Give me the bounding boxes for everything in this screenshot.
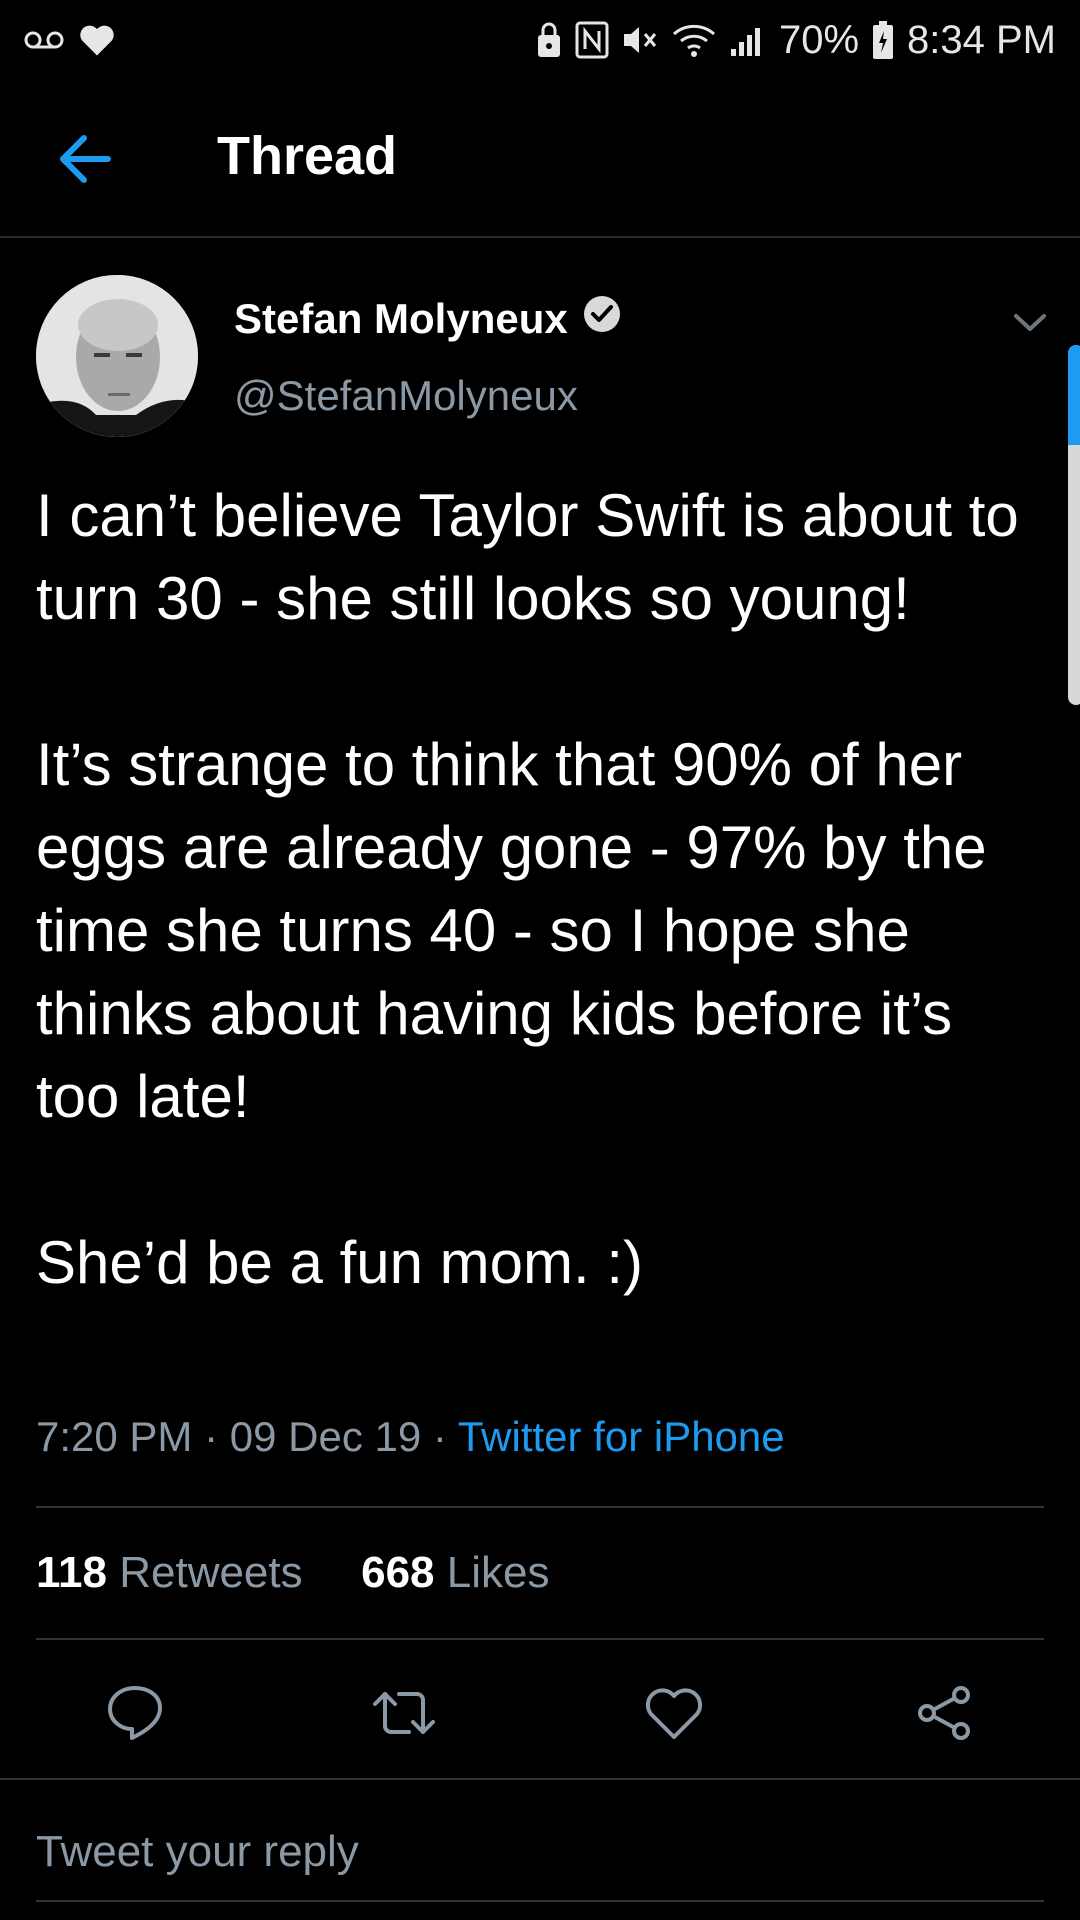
- retweets-stat[interactable]: 118 Retweets: [36, 1548, 303, 1597]
- reply-input[interactable]: [36, 1822, 1044, 1882]
- status-bar: 70% 8:34 PM: [0, 0, 1080, 80]
- scroll-indicator[interactable]: [1068, 345, 1080, 705]
- heart-icon: [78, 23, 116, 57]
- status-left: [24, 23, 116, 57]
- mute-icon: [621, 22, 659, 58]
- tweet-source-link[interactable]: Twitter for iPhone: [458, 1413, 785, 1460]
- like-button[interactable]: [631, 1670, 717, 1756]
- chevron-down-icon: [1014, 314, 1046, 331]
- author-name-text: Stefan Molyneux: [234, 295, 568, 342]
- share-button[interactable]: [901, 1670, 987, 1756]
- status-right: 70% 8:34 PM: [535, 18, 1056, 63]
- verified-badge-icon: [582, 294, 622, 344]
- retweets-count: 118: [36, 1548, 107, 1597]
- voicemail-icon: [24, 29, 64, 51]
- avatar[interactable]: [36, 275, 198, 437]
- thread-header: Thread: [0, 80, 1080, 238]
- tweet-stats: 118 Retweets 668 Likes: [36, 1548, 549, 1598]
- tweet-date: 09 Dec 19: [229, 1413, 422, 1460]
- tweet-paragraph: It’s strange to think that 90% of her eg…: [36, 731, 987, 1130]
- tweet-paragraph: I can’t believe Taylor Swift is about to…: [36, 482, 1019, 632]
- reply-icon: [108, 1686, 162, 1740]
- tweet-time: 7:20 PM: [36, 1413, 193, 1460]
- reply-button[interactable]: [92, 1670, 178, 1756]
- author-name[interactable]: Stefan Molyneux: [234, 294, 622, 344]
- action-bar: [0, 1670, 1080, 1756]
- wifi-icon: [671, 22, 717, 58]
- reply-underline: [36, 1900, 1044, 1902]
- nfc-icon: [575, 21, 609, 59]
- divider: [36, 1506, 1044, 1508]
- profile-photo-icon: [36, 275, 198, 437]
- share-icon: [918, 1686, 970, 1740]
- retweet-icon: [373, 1692, 435, 1734]
- meta-separator: ·: [432, 1413, 447, 1460]
- tweet-meta: 7:20 PM · 09 Dec 19 · Twitter for iPhone: [36, 1413, 785, 1461]
- arrow-left-icon: [60, 135, 111, 183]
- heart-outline-icon: [645, 1688, 703, 1739]
- likes-stat[interactable]: 668 Likes: [361, 1548, 549, 1597]
- meta-separator: ·: [204, 1413, 219, 1460]
- retweets-label: Retweets: [119, 1548, 303, 1597]
- back-button[interactable]: [50, 124, 120, 194]
- tweet-text: I can’t believe Taylor Swift is about to…: [36, 474, 1046, 1304]
- status-time: 8:34 PM: [907, 17, 1056, 62]
- divider: [36, 1638, 1044, 1640]
- likes-label: Likes: [446, 1548, 550, 1597]
- more-options-button[interactable]: [1008, 300, 1052, 344]
- lock-icon: [535, 21, 563, 59]
- page-title: Thread: [217, 126, 398, 186]
- author-handle[interactable]: @StefanMolyneux: [234, 372, 578, 420]
- battery-icon: [871, 20, 895, 60]
- retweet-button[interactable]: [361, 1670, 447, 1756]
- battery-percent: 70%: [778, 17, 860, 62]
- tweet-paragraph: She’d be a fun mom. :): [36, 1229, 643, 1296]
- signal-icon: [729, 23, 767, 57]
- likes-count: 668: [361, 1548, 435, 1597]
- divider: [0, 1778, 1080, 1780]
